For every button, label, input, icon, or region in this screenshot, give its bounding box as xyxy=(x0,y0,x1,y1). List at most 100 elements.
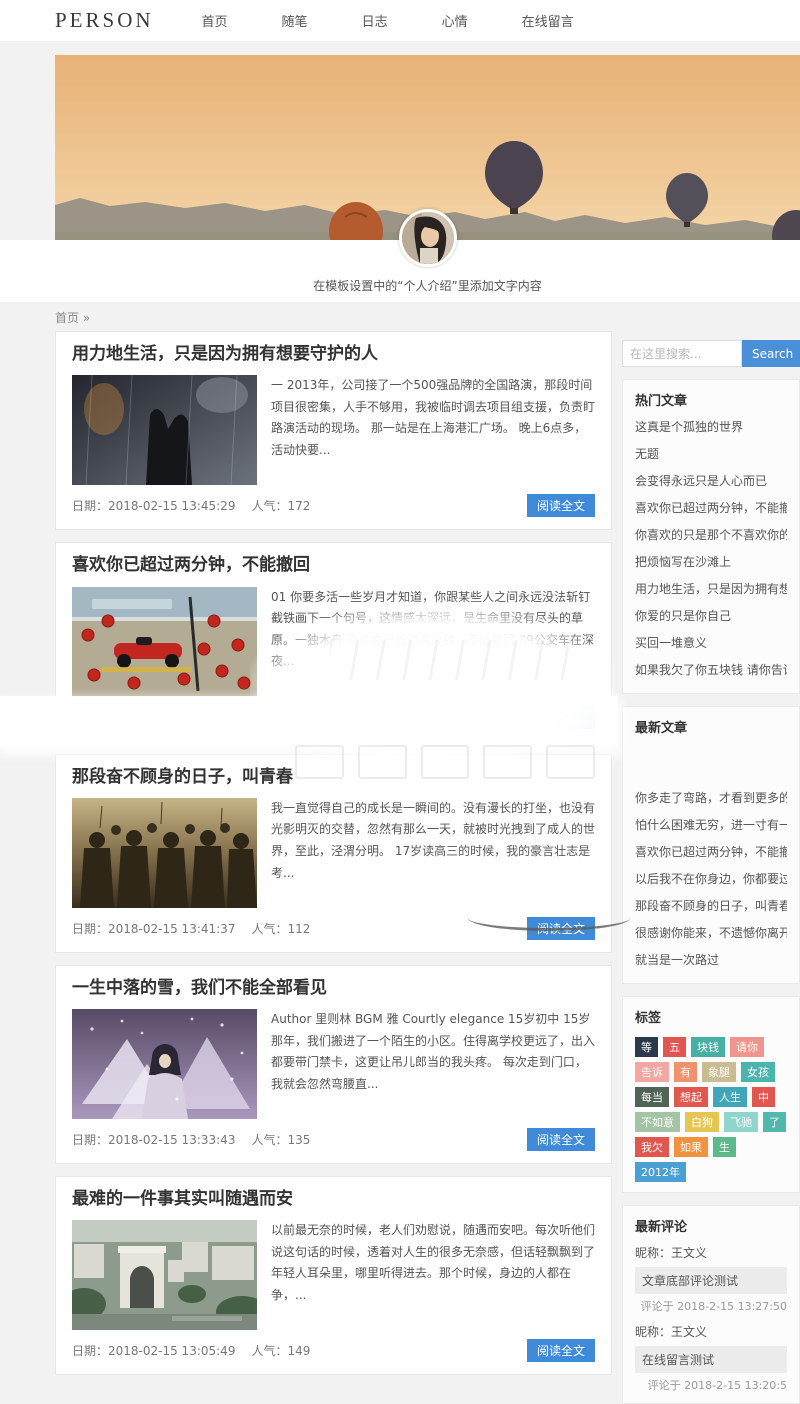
article-title[interactable]: 一生中落的雪，我们不能全部看见 xyxy=(72,978,595,999)
top-navigation-bar: PERSON 首页 随笔 日志 心情 在线留言 xyxy=(0,0,800,42)
latest-article-item[interactable]: 怕什么困难无穷，进一寸有一寸的欢 xyxy=(635,811,787,838)
tag-item[interactable]: 请你 xyxy=(730,1037,764,1057)
article-list: 用力地生活，只是因为拥有想要守护的人 一 2013年，公司接了一个500强品牌的… xyxy=(55,331,612,1387)
tag-item[interactable]: 五 xyxy=(663,1037,686,1057)
tag-item[interactable]: 等 xyxy=(635,1037,658,1057)
tag-item[interactable]: 告诉 xyxy=(635,1062,669,1082)
tag-item[interactable]: 每当 xyxy=(635,1087,669,1107)
comment-item: 昵称：王文义 文章底部评论测试 评论于 2018-2-15 13:27:50 xyxy=(635,1244,787,1314)
tag-item[interactable]: 飞驰 xyxy=(724,1112,758,1132)
hot-article-item[interactable]: 会变得永远只是人心而已 xyxy=(635,467,787,494)
nav-item-home[interactable]: 首页 xyxy=(202,11,228,30)
read-more-button[interactable]: 阅读全文 xyxy=(527,917,595,940)
read-more-button[interactable]: 阅读全文 xyxy=(527,1128,595,1151)
tag-item[interactable]: 有 xyxy=(674,1062,697,1082)
article-thumbnail-rainy-couple[interactable] xyxy=(72,375,257,485)
hot-article-item[interactable]: 用力地生活，只是因为拥有想要守护 xyxy=(635,575,787,602)
article-title[interactable]: 那段奋不顾身的日子，叫青春 xyxy=(72,767,595,788)
nav-item-guestbook[interactable]: 在线留言 xyxy=(522,11,574,30)
tag-item[interactable]: 不如意 xyxy=(635,1112,680,1132)
tag-item[interactable]: 了 xyxy=(763,1112,786,1132)
latest-article-item[interactable]: 那段奋不顾身的日子，叫青春 xyxy=(635,892,787,919)
site-logo[interactable]: PERSON xyxy=(55,8,154,33)
article-excerpt: 01 你要多活一些岁月才知道，你跟某些人之间永远没法斩钉截铁画下一个句号，这情感… xyxy=(271,587,595,697)
article-card: 那段奋不顾身的日子，叫青春 我一直觉得自己的成长是一 xyxy=(55,754,612,953)
breadcrumb-separator: » xyxy=(83,311,90,325)
article-card: 喜欢你已超过两分钟，不能撤回 01 你要多活一些岁月才知道，你跟某些人之间永远没… xyxy=(55,542,612,741)
article-excerpt: Author 里则林 BGM 雅 Courtly elegance 15岁初中 … xyxy=(271,1009,595,1119)
tag-item[interactable]: 生 xyxy=(713,1137,736,1157)
tags-title: 标签 xyxy=(635,1007,787,1026)
tag-item[interactable]: 块钱 xyxy=(691,1037,725,1057)
profile-avatar xyxy=(399,209,457,267)
read-more-button[interactable]: 阅读全文 xyxy=(527,706,595,729)
article-date: 日期：2018-02-15 13:45:29 xyxy=(72,497,235,514)
tag-item[interactable]: 人生 xyxy=(713,1087,747,1107)
comments-title: 最新评论 xyxy=(635,1216,787,1235)
article-title[interactable]: 喜欢你已超过两分钟，不能撤回 xyxy=(72,555,595,576)
tag-item[interactable]: 我欠 xyxy=(635,1137,669,1157)
search-button[interactable]: Search xyxy=(742,340,800,367)
hot-article-item[interactable]: 把烦恼写在沙滩上 xyxy=(635,548,787,575)
comments-section: 最新评论 昵称：王文义 文章底部评论测试 评论于 2018-2-15 13:27… xyxy=(622,1205,800,1404)
tag-item[interactable]: 2012年 xyxy=(635,1162,686,1182)
latest-article-item[interactable]: 你多走了弯路，才看到更多的风景 xyxy=(635,784,787,811)
latest-articles-title: 最新文章 xyxy=(635,717,787,736)
comment-author: 昵称：王文义 xyxy=(635,1244,787,1261)
article-thumbnail-f1-pitstop[interactable] xyxy=(72,587,257,697)
tag-item[interactable]: 女孩 xyxy=(741,1062,775,1082)
nav-item-essays[interactable]: 随笔 xyxy=(282,11,308,30)
tag-item[interactable]: 如果 xyxy=(674,1137,708,1157)
article-excerpt: 以前最无奈的时候，老人们劝慰说，随遇而安吧。每次听他们说这句话的时候，透着对人生… xyxy=(271,1220,595,1330)
article-thumbnail-terracotta-army[interactable] xyxy=(72,798,257,908)
hot-article-item[interactable]: 如果我欠了你五块钱 请你告诉我 xyxy=(635,656,787,683)
tag-item[interactable]: 想起 xyxy=(674,1087,708,1107)
tag-item[interactable]: 象腿 xyxy=(702,1062,736,1082)
sidebar: Search 热门文章 这真是个孤独的世界 无题 会变得永远只是人心而已 喜欢你… xyxy=(622,340,800,1404)
article-date: 日期：2018-02-15 13:33:43 xyxy=(72,1131,235,1148)
nav-item-mood[interactable]: 心情 xyxy=(442,11,468,30)
hot-article-item[interactable]: 无题 xyxy=(635,440,787,467)
comment-time: 评论于 2018-2-15 13:27:50 xyxy=(635,1298,787,1314)
hot-article-item[interactable]: 你喜欢的只是那个不喜欢你的她 xyxy=(635,521,787,548)
article-date: 日期：2018-02-15 13:05:49 xyxy=(72,1342,235,1359)
article-title[interactable]: 用力地生活，只是因为拥有想要守护的人 xyxy=(72,344,595,365)
hot-article-item[interactable]: 这真是个孤独的世界 xyxy=(635,413,787,440)
tags-section: 标签 等 五 块钱 请你 告诉 有 象腿 女孩 每当 想起 人生 中 不如意 白… xyxy=(622,996,800,1193)
comment-text: 在线留言测试 xyxy=(635,1346,787,1373)
article-date: 日期：2018-02-15 13:41:37 xyxy=(72,920,235,937)
latest-article-item[interactable]: 很感谢你能来，不遗憾你离开 xyxy=(635,919,787,946)
article-card: 最难的一件事其实叫随遇而安 以前最无奈的时候，老人们劝慰说，随遇 xyxy=(55,1176,612,1375)
hot-article-item[interactable]: 喜欢你已超过两分钟，不能撤回 xyxy=(635,494,787,521)
comment-text: 文章底部评论测试 xyxy=(635,1267,787,1294)
main-nav: 首页 随笔 日志 心情 在线留言 xyxy=(202,11,574,30)
profile-intro: 在模板设置中的“个人介绍”里添加文字内容 xyxy=(55,277,800,294)
nav-item-journal[interactable]: 日志 xyxy=(362,11,388,30)
search-input[interactable] xyxy=(622,340,742,367)
article-card: 一生中落的雪，我们不能全部看见 Author xyxy=(55,965,612,1164)
read-more-button[interactable]: 阅读全文 xyxy=(527,494,595,517)
article-views: 人气：112 xyxy=(251,920,310,937)
comment-item: 昵称：王文义 在线留言测试 评论于 2018-2-15 13:20:5 xyxy=(635,1323,787,1393)
hot-articles-section: 热门文章 这真是个孤独的世界 无题 会变得永远只是人心而已 喜欢你已超过两分钟，… xyxy=(622,379,800,694)
article-thumbnail-snow-girl[interactable] xyxy=(72,1009,257,1119)
hot-article-item[interactable]: 买回一堆意义 xyxy=(635,629,787,656)
hot-article-item[interactable]: 你爱的只是你自己 xyxy=(635,602,787,629)
search-bar: Search xyxy=(622,340,800,367)
article-title[interactable]: 最难的一件事其实叫随遇而安 xyxy=(72,1189,595,1210)
tag-item[interactable]: 中 xyxy=(752,1087,775,1107)
latest-article-item[interactable]: 就当是一次路过 xyxy=(635,946,787,973)
latest-article-item[interactable]: 以后我不在你身边，你都要过得好好 xyxy=(635,865,787,892)
latest-articles-section: 最新文章 你多走了弯路，才看到更多的风景 怕什么困难无穷，进一寸有一寸的欢 喜欢… xyxy=(622,706,800,984)
watermark-covered-area xyxy=(635,740,787,784)
latest-article-item[interactable]: 喜欢你已超过两分钟，不能撤回 xyxy=(635,838,787,865)
article-views: 人气：135 xyxy=(251,1131,310,1148)
tag-item[interactable]: 白狗 xyxy=(685,1112,719,1132)
article-excerpt: 我一直觉得自己的成长是一瞬间的。没有漫长的打坐，也没有光影明灭的交替，忽然有那么… xyxy=(271,798,595,908)
read-more-button[interactable]: 阅读全文 xyxy=(527,1339,595,1362)
comment-author: 昵称：王文义 xyxy=(635,1323,787,1340)
article-card: 用力地生活，只是因为拥有想要守护的人 一 2013年，公司接了一个500强品牌的… xyxy=(55,331,612,530)
hot-articles-title: 热门文章 xyxy=(635,390,787,409)
article-thumbnail-arc-de-triomphe[interactable] xyxy=(72,1220,257,1330)
breadcrumb-home[interactable]: 首页 xyxy=(55,311,79,325)
